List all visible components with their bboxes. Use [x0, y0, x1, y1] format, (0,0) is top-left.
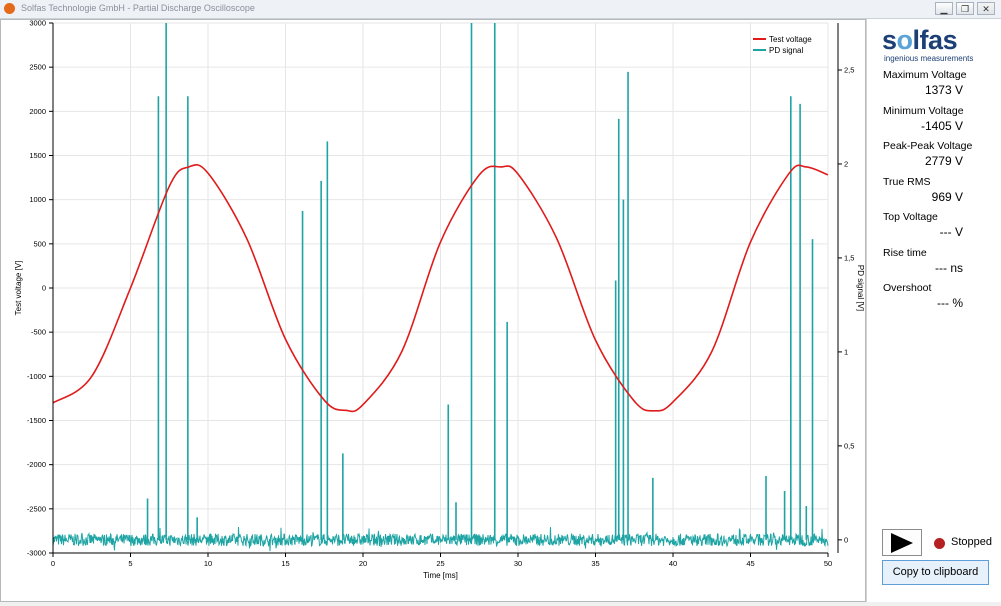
y-tick-label: 1000 [29, 195, 46, 204]
measurement-label: Top Voltage [883, 211, 938, 223]
measurement-label: Peak-Peak Voltage [883, 140, 973, 152]
chart-axes [49, 22, 842, 557]
chart-legend: Test voltage PD signal [753, 35, 812, 55]
minimize-button[interactable]: ▁ [935, 2, 953, 15]
y-tick-label: 2500 [29, 63, 46, 72]
y-tick-label: 3000 [29, 20, 46, 28]
y2-tick-label: 1,5 [844, 253, 854, 262]
y-tick-label: -1500 [27, 416, 46, 425]
y-tick-label: -2000 [27, 460, 46, 469]
window-title: Solfas Technologie GmbH - Partial Discha… [21, 3, 255, 13]
logo-tagline: ingenious measurements [884, 54, 973, 63]
y-tick-label: 500 [33, 239, 46, 248]
y-tick-label: 1500 [29, 151, 46, 160]
y2-tick-label: 0,5 [844, 441, 854, 450]
x-tick-label: 0 [51, 559, 55, 568]
chart-grid [52, 22, 829, 554]
x-tick-label: 45 [746, 559, 754, 568]
y-axis-label: Test voltage [V] [14, 261, 23, 316]
measurement-label: Maximum Voltage [883, 69, 967, 81]
x-tick-label: 40 [669, 559, 677, 568]
x-tick-label: 30 [514, 559, 522, 568]
y-tick-label: -1000 [27, 372, 46, 381]
x-tick-label: 20 [359, 559, 367, 568]
x-tick-label: 10 [204, 559, 212, 568]
x-tick-label: 35 [591, 559, 599, 568]
y2-tick-label: 1 [844, 347, 848, 356]
measurement-value: --- % [937, 296, 963, 310]
measurement-value: 1373 V [924, 83, 963, 97]
measurement-label: Overshoot [883, 282, 932, 294]
measurement-value: --- V [939, 225, 963, 239]
measurement-value: 969 V [931, 189, 963, 204]
measurement-label: Rise time [883, 246, 927, 259]
status-indicator [934, 538, 945, 549]
measurement-label: True RMS [883, 175, 931, 188]
x-tick-label: 50 [824, 559, 832, 568]
x-tick-label: 25 [436, 559, 444, 568]
legend-label-test-voltage: Test voltage [769, 35, 812, 44]
y2-tick-label: 2,5 [844, 65, 854, 74]
close-button[interactable]: ✕ [977, 2, 995, 15]
measurement-label: Minimum Voltage [883, 104, 964, 117]
y2-tick-label: 0 [844, 535, 848, 544]
legend-label-pd-signal: PD signal [769, 46, 803, 55]
play-icon [891, 533, 913, 553]
status-label: Stopped [951, 536, 992, 548]
solfas-logo: solfas ingenious measurements [882, 25, 973, 63]
copy-to-clipboard-button[interactable]: Copy to clipboard [882, 560, 989, 585]
y-tick-label: -500 [31, 328, 46, 337]
measurement-value: 2779 V [924, 154, 963, 168]
measurement-panel: solfas ingenious measurements Maximum Vo… [866, 19, 1001, 602]
measurement-value: -1405 V [920, 118, 963, 133]
app-icon [4, 3, 15, 14]
measurement-value: --- ns [935, 260, 963, 275]
y-tick-label: -3000 [27, 549, 46, 558]
logo-brand: solfas [882, 25, 957, 55]
y-tick-label: 0 [42, 284, 46, 293]
play-button[interactable] [882, 529, 922, 556]
restore-button[interactable]: ❐ [956, 2, 974, 15]
title-bar: Solfas Technologie GmbH - Partial Discha… [0, 0, 1001, 19]
x-tick-label: 15 [281, 559, 289, 568]
y-tick-label: -2500 [27, 504, 46, 513]
x-axis-label: Time [ms] [423, 571, 458, 580]
y2-tick-label: 2 [844, 159, 848, 168]
oscilloscope-plot: 0 5 10 15 20 25 30 35 40 45 50 -3000 -2500 -2000 -1500… [0, 19, 866, 602]
y2-axis-label: PD signal [V] [856, 265, 865, 311]
x-tick-label: 5 [128, 559, 132, 568]
y-tick-label: 2000 [29, 107, 46, 116]
oscilloscope-chart: 0 5 10 15 20 25 30 35 40 45 50-3000-2500-2000-1500… [14, 19, 865, 581]
